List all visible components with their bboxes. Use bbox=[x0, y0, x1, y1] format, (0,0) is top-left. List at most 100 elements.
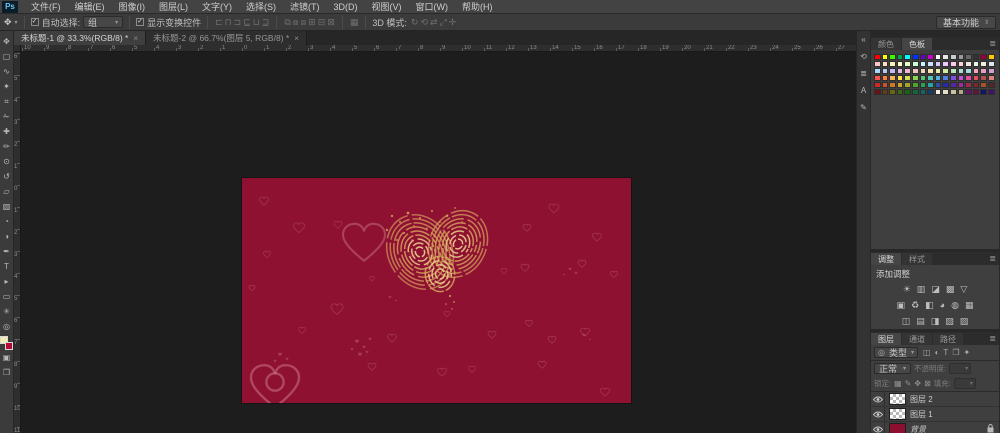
panel-menu-icon[interactable]: ≣ bbox=[989, 254, 996, 263]
tab-adjustments[interactable]: 调整 bbox=[871, 253, 901, 265]
color-swatch[interactable] bbox=[935, 54, 942, 60]
gradient-tool[interactable]: ▧ bbox=[0, 199, 13, 214]
panel-menu-icon[interactable]: ≣ bbox=[989, 39, 996, 48]
distribute-h-center-icon[interactable]: ⊟ bbox=[317, 17, 327, 28]
blend-mode-dropdown[interactable]: 正常 ▾ bbox=[874, 363, 911, 374]
layer-thumbnail[interactable] bbox=[889, 393, 906, 405]
color-swatch[interactable] bbox=[904, 89, 911, 95]
color-swatch[interactable] bbox=[980, 68, 987, 74]
color-swatch[interactable] bbox=[973, 61, 980, 67]
layer-row[interactable]: 图层 1 bbox=[871, 407, 999, 422]
menu-item-1[interactable]: 编辑(E) bbox=[68, 0, 112, 14]
color-swatch[interactable] bbox=[920, 89, 927, 95]
color-swatch[interactable] bbox=[912, 54, 919, 60]
exposure-icon[interactable]: ▩ bbox=[946, 284, 955, 294]
close-icon[interactable]: × bbox=[133, 34, 138, 43]
document-canvas[interactable] bbox=[242, 178, 631, 403]
posterize-icon[interactable]: ▤ bbox=[916, 316, 925, 326]
vibrance-icon[interactable]: ▽ bbox=[960, 284, 967, 294]
color-swatch[interactable] bbox=[874, 89, 881, 95]
hand-tool[interactable]: ✳ bbox=[0, 304, 13, 319]
color-swatch[interactable] bbox=[973, 54, 980, 60]
horizontal-ruler[interactable]: 1098765432101234567891011121314151617181… bbox=[21, 45, 856, 52]
quick-selection-tool[interactable]: ✦ bbox=[0, 79, 13, 94]
color-swatch[interactable] bbox=[897, 54, 904, 60]
auto-select-checkbox[interactable]: ✓ bbox=[31, 18, 39, 26]
color-swatch[interactable] bbox=[882, 68, 889, 74]
color-swatch[interactable] bbox=[958, 54, 965, 60]
color-swatch[interactable] bbox=[904, 61, 911, 67]
filter-adjustment-layers-icon[interactable]: ◐ bbox=[935, 348, 940, 357]
align-h-centers-icon[interactable]: ⊓ bbox=[224, 17, 233, 28]
curves-icon[interactable]: ◪ bbox=[931, 284, 940, 294]
color-swatch[interactable] bbox=[927, 75, 934, 81]
close-icon[interactable]: × bbox=[294, 34, 299, 43]
color-swatch[interactable] bbox=[912, 61, 919, 67]
color-swatch[interactable] bbox=[889, 68, 896, 74]
visibility-eye-icon[interactable] bbox=[871, 422, 885, 433]
menu-item-4[interactable]: 文字(Y) bbox=[195, 0, 239, 14]
menu-item-5[interactable]: 选择(S) bbox=[239, 0, 283, 14]
color-swatch[interactable] bbox=[942, 54, 949, 60]
brightness-contrast-icon[interactable]: ☀ bbox=[903, 284, 911, 294]
layer-name[interactable]: 背景 bbox=[910, 424, 983, 433]
color-swatch[interactable] bbox=[927, 61, 934, 67]
color-swatch[interactable] bbox=[965, 82, 972, 88]
color-swatch[interactable] bbox=[942, 82, 949, 88]
color-swatch[interactable] bbox=[973, 68, 980, 74]
color-swatch[interactable] bbox=[965, 54, 972, 60]
color-swatch[interactable] bbox=[958, 68, 965, 74]
color-swatch[interactable] bbox=[889, 54, 896, 60]
menu-item-9[interactable]: 窗口(W) bbox=[409, 0, 456, 14]
rectangular-marquee-tool[interactable]: ▢ bbox=[0, 49, 13, 64]
screen-mode-icon[interactable]: ❒ bbox=[0, 365, 13, 380]
spot-healing-brush-tool[interactable]: ✚ bbox=[0, 124, 13, 139]
color-swatch[interactable] bbox=[920, 82, 927, 88]
align-right-edges-icon[interactable]: ⊐ bbox=[233, 17, 243, 28]
type-tool[interactable]: T bbox=[0, 259, 13, 274]
color-swatch[interactable] bbox=[874, 68, 881, 74]
color-swatch[interactable] bbox=[950, 89, 957, 95]
tab-paths[interactable]: 路径 bbox=[933, 333, 963, 345]
selective-color-icon[interactable]: ▨ bbox=[960, 316, 969, 326]
color-swatch[interactable] bbox=[927, 54, 934, 60]
color-swatch[interactable] bbox=[950, 68, 957, 74]
color-swatch[interactable] bbox=[980, 75, 987, 81]
color-swatch[interactable] bbox=[904, 82, 911, 88]
fill-field[interactable]: ▾ bbox=[954, 378, 976, 389]
color-swatch[interactable] bbox=[935, 89, 942, 95]
opacity-field[interactable]: ▾ bbox=[949, 363, 971, 374]
eyedropper-tool[interactable]: ✁ bbox=[0, 109, 13, 124]
layer-name[interactable]: 图层 1 bbox=[910, 409, 999, 420]
tab-channels[interactable]: 通道 bbox=[902, 333, 932, 345]
layer-row[interactable]: 背景 bbox=[871, 422, 999, 433]
clone-stamp-tool[interactable]: ⊙ bbox=[0, 154, 13, 169]
photo-filter-icon[interactable]: ◕ bbox=[940, 300, 945, 310]
notes-panel-icon[interactable]: ✎ bbox=[860, 103, 867, 112]
move-tool[interactable]: ✥ bbox=[0, 34, 13, 49]
color-swatch[interactable] bbox=[988, 82, 995, 88]
color-swatch[interactable] bbox=[935, 68, 942, 74]
color-swatch[interactable] bbox=[958, 89, 965, 95]
color-swatch[interactable] bbox=[889, 82, 896, 88]
distribute-top-icon[interactable]: ⧉ bbox=[283, 17, 291, 28]
auto-align-layers-icon[interactable]: ▦ bbox=[349, 17, 360, 28]
align-v-centers-icon[interactable]: ⊔ bbox=[252, 17, 261, 28]
levels-icon[interactable]: ▥ bbox=[917, 284, 926, 294]
canvas-area[interactable] bbox=[21, 52, 856, 433]
background-color-swatch[interactable] bbox=[5, 342, 13, 350]
align-left-edges-icon[interactable]: ⊏ bbox=[214, 17, 224, 28]
color-swatch[interactable] bbox=[980, 61, 987, 67]
color-swatch[interactable] bbox=[882, 54, 889, 60]
color-swatch[interactable] bbox=[897, 82, 904, 88]
menu-item-0[interactable]: 文件(F) bbox=[24, 0, 68, 14]
brush-tool[interactable]: ✏ bbox=[0, 139, 13, 154]
menu-item-7[interactable]: 3D(D) bbox=[327, 0, 365, 14]
menu-item-8[interactable]: 视图(V) bbox=[365, 0, 409, 14]
color-swatch[interactable] bbox=[935, 75, 942, 81]
color-swatch[interactable] bbox=[965, 68, 972, 74]
color-swatch[interactable] bbox=[965, 75, 972, 81]
color-swatch[interactable] bbox=[897, 68, 904, 74]
3d-slide-icon[interactable]: ⤢ bbox=[439, 17, 448, 28]
color-swatch[interactable] bbox=[965, 61, 972, 67]
